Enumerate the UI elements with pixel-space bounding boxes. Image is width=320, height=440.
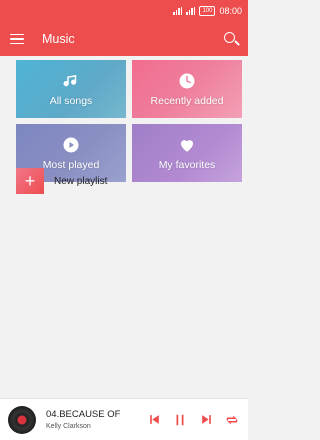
page-title: Music: [42, 32, 75, 46]
player-controls: [146, 412, 240, 428]
repeat-icon[interactable]: [224, 412, 240, 428]
next-icon[interactable]: [198, 412, 214, 428]
library-grid: All songs Recently added Most played My …: [16, 60, 242, 184]
new-playlist-button[interactable]: + New playlist: [16, 168, 232, 194]
track-info: 04.BECAUSE OF Kelly Clarkson: [46, 409, 124, 430]
plus-icon: +: [16, 168, 44, 194]
signal-icon: [173, 7, 183, 15]
battery-icon: 100: [199, 6, 216, 16]
status-time: 08:00: [219, 6, 242, 16]
search-icon[interactable]: [224, 32, 240, 46]
previous-icon[interactable]: [146, 412, 162, 428]
tile-all-songs[interactable]: All songs: [16, 60, 126, 118]
status-bar: 100 08:00: [0, 0, 248, 22]
tile-label: Recently added: [150, 94, 224, 107]
signal-icon: [186, 7, 196, 15]
play-circle-icon: [63, 137, 79, 152]
app-bar: Music: [0, 22, 248, 56]
track-title: 04.BECAUSE OF: [46, 409, 121, 420]
heart-icon: [181, 139, 193, 152]
pause-icon[interactable]: [172, 412, 188, 428]
new-playlist-label: New playlist: [54, 175, 108, 187]
clock-icon: [179, 73, 195, 88]
music-note-icon: [63, 74, 77, 86]
tile-recently-added[interactable]: Recently added: [132, 60, 242, 118]
track-artist: Kelly Clarkson: [46, 423, 91, 430]
hamburger-menu-icon[interactable]: [10, 33, 24, 45]
now-playing-bar[interactable]: 04.BECAUSE OF Kelly Clarkson: [0, 398, 248, 440]
tile-label: All songs: [49, 94, 93, 107]
album-disc-icon[interactable]: [8, 405, 36, 434]
